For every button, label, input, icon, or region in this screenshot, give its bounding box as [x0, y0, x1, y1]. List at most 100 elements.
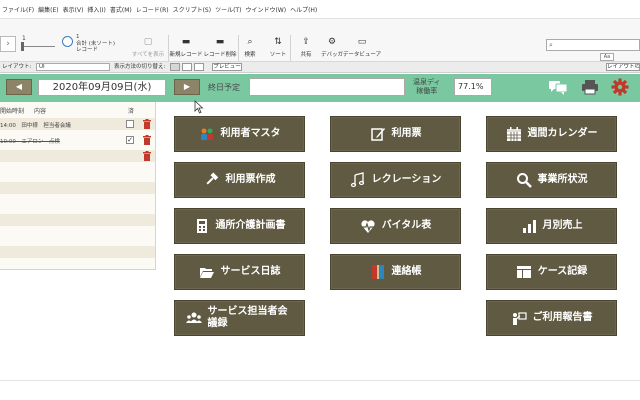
search-input[interactable]: ⌕ — [546, 39, 640, 51]
show-all-icon: ▢ — [143, 37, 153, 47]
calendar-icon — [506, 127, 521, 141]
schedule-list-panel: 開始時刻 内容 済 14:00 田中様 担当者会議 10:00 エアロン 点検 … — [0, 102, 156, 270]
occupancy-rate-label: 温泉ディ 稼働率 — [413, 78, 441, 96]
date-header: ◀ 2020年09月09日(水) ▶ 終日予定 温泉ディ 稼働率 77.1% — [0, 74, 640, 102]
show-all-button[interactable]: ▢ すべてを表示 — [128, 37, 168, 63]
usage-report-label: ご利用報告書 — [532, 312, 593, 323]
prev-day-button[interactable]: ◀ — [6, 79, 32, 95]
chat-icon[interactable] — [548, 78, 568, 96]
status-divider — [0, 380, 640, 381]
next-day-button[interactable]: ▶ — [174, 79, 200, 95]
service-diary-button[interactable]: サービス日誌 — [174, 254, 305, 290]
view-toggle-label: 表示方法の切り替え: — [114, 64, 166, 70]
trash-icon[interactable] — [143, 119, 151, 129]
weekly-calendar-button[interactable]: 週間カレンダー — [486, 116, 617, 152]
data-viewer-label: データビューア — [342, 52, 382, 58]
create-usage-slip-button[interactable]: 利用票作成 — [174, 162, 305, 198]
preview-button[interactable]: プレビュー — [212, 63, 242, 71]
record-nav-button[interactable]: › — [0, 36, 16, 52]
case-record-label: ケース記録 — [537, 266, 588, 277]
list-item — [0, 214, 155, 226]
print-icon[interactable] — [580, 78, 600, 96]
group-icon — [185, 312, 202, 323]
share-icon: ⇪ — [302, 37, 310, 47]
data-viewer-icon: ▭ — [357, 37, 367, 47]
menu-help[interactable]: ヘルプ(H) — [290, 5, 317, 14]
data-viewer-button[interactable]: ▭ データビューア — [342, 37, 382, 63]
edit-icon — [370, 128, 385, 141]
new-record-icon: ▬ — [181, 37, 191, 47]
list-item — [0, 182, 155, 194]
layout-bar: レイアウト: UI 表示方法の切り替え: プレビュー レイアウトの編集 — [0, 62, 640, 73]
recreation-label: レクレーション — [371, 174, 442, 185]
record-number[interactable]: 1 — [22, 35, 26, 42]
done-checkbox[interactable] — [126, 120, 134, 128]
table-view-button[interactable] — [194, 63, 204, 71]
service-diary-label: サービス日誌 — [220, 266, 281, 277]
text-format-button[interactable]: Aa — [600, 53, 614, 61]
list-item — [0, 166, 155, 178]
recreation-button[interactable]: レクレーション — [330, 162, 461, 198]
done-checkbox[interactable]: ✓ — [126, 136, 134, 144]
office-status-label: 事業所状況 — [537, 174, 588, 185]
record-slider[interactable] — [21, 46, 55, 47]
toolbar: › 1 1 合計 (未ソート) レコード ▢ すべてを表示 ▬ 新規レコード ▬… — [0, 18, 640, 62]
date-field[interactable]: 2020年09月09日(水) — [38, 79, 166, 96]
usage-report-button[interactable]: ご利用報告書 — [486, 300, 617, 336]
gear-icon[interactable] — [610, 78, 630, 96]
care-plan-button[interactable]: 通所介護計画書 — [174, 208, 305, 244]
all-day-schedule-input[interactable] — [249, 78, 405, 96]
col-done: 済 — [128, 108, 135, 115]
list-item-text: 10:00 エアロン 点検 — [0, 139, 60, 145]
record-info: 1 合計 (未ソート) レコード — [76, 34, 115, 54]
usage-slip-button[interactable]: 利用票 — [330, 116, 461, 152]
occupancy-rate-label-line1: 温泉ディ — [413, 78, 441, 86]
usage-slip-label: 利用票 — [391, 128, 422, 139]
menu-scripts[interactable]: スクリプト(S) — [173, 5, 212, 14]
show-all-label: すべてを表示 — [131, 52, 165, 58]
mouse-cursor-icon — [194, 100, 204, 114]
list-item[interactable] — [0, 150, 155, 162]
heartbeat-icon — [361, 220, 375, 233]
debugger-icon: ⚙ — [327, 37, 337, 47]
menu-window[interactable]: ウインドウ(W) — [245, 5, 286, 14]
layout-label: レイアウト: — [2, 64, 32, 70]
menu-insert[interactable]: 挿入(I) — [87, 5, 105, 14]
user-master-button[interactable]: 利用者マスタ — [174, 116, 305, 152]
monthly-sales-button[interactable]: 月別売上 — [486, 208, 617, 244]
edit-layout-button[interactable]: レイアウトの編集 — [606, 63, 640, 71]
layout-select[interactable]: UI — [36, 63, 110, 71]
list-item — [0, 246, 155, 258]
layout-icon — [516, 266, 531, 278]
col-start-time: 開始時刻 — [0, 108, 25, 115]
menu-file[interactable]: ファイル(F) — [2, 5, 34, 14]
service-meeting-minutes-button[interactable]: サービス担当者会議録 — [174, 300, 305, 336]
contact-book-label: 連絡帳 — [391, 266, 422, 277]
trash-icon[interactable] — [143, 135, 151, 145]
menu-records[interactable]: レコード(R) — [136, 5, 169, 14]
vital-chart-label: バイタル表 — [381, 220, 432, 231]
service-meeting-minutes-label: サービス担当者会議録 — [207, 306, 288, 329]
weekly-calendar-label: 週間カレンダー — [527, 128, 598, 139]
occupancy-rate-label-line2: 稼働率 — [416, 87, 438, 95]
office-status-button[interactable]: 事業所状況 — [486, 162, 617, 198]
menu-view[interactable]: 表示(V) — [63, 5, 84, 14]
folder-open-icon — [199, 268, 214, 278]
trash-icon[interactable] — [143, 151, 151, 161]
menu-format[interactable]: 書式(M) — [110, 5, 132, 14]
list-item[interactable]: 10:00 エアロン 点検 ✓ — [0, 134, 155, 146]
list-item[interactable]: 14:00 田中様 担当者会議 — [0, 118, 155, 130]
menu-tools[interactable]: ツール(T) — [215, 5, 241, 14]
notebook-icon — [371, 265, 384, 279]
contact-book-button[interactable]: 連絡帳 — [330, 254, 461, 290]
menu-edit[interactable]: 編集(E) — [38, 5, 58, 14]
record-pie-icon — [62, 36, 73, 47]
list-item — [0, 198, 155, 210]
vital-chart-button[interactable]: バイタル表 — [330, 208, 461, 244]
care-plan-label: 通所介護計画書 — [215, 220, 286, 231]
record-slider-handle[interactable] — [21, 42, 24, 51]
list-view-button[interactable] — [182, 63, 192, 71]
case-record-button[interactable]: ケース記録 — [486, 254, 617, 290]
record-unit: レコード — [76, 47, 99, 53]
form-view-button[interactable] — [170, 63, 180, 71]
